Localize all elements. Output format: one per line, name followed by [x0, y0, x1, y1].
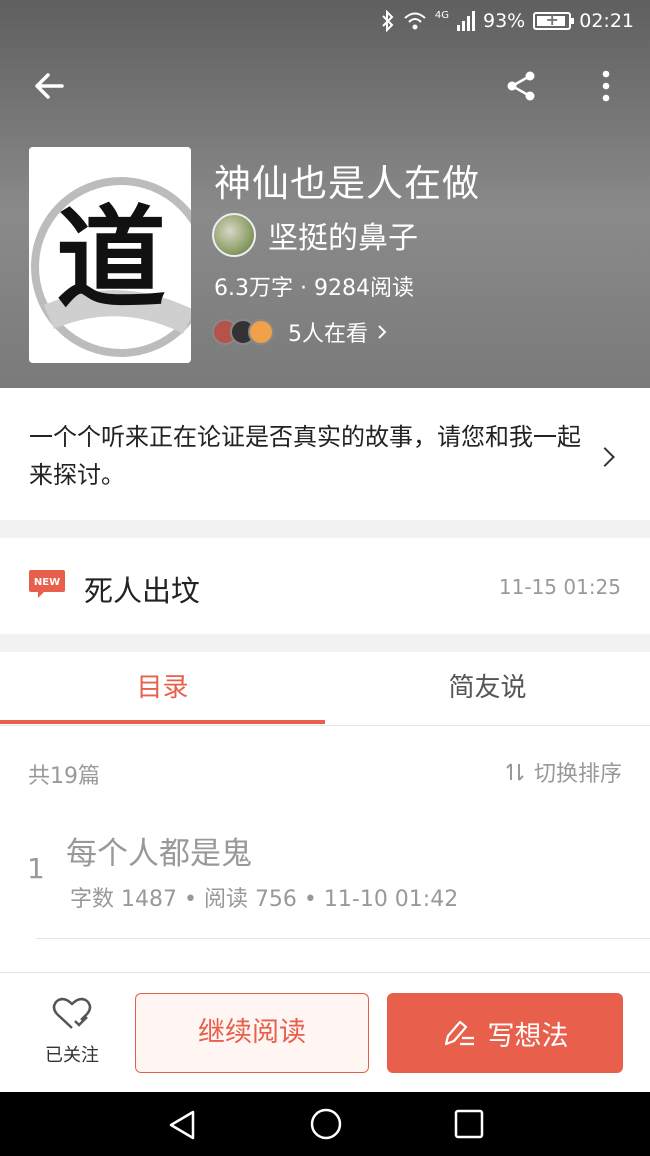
follow-button[interactable]: 已关注 — [28, 997, 116, 1067]
author-avatar[interactable] — [212, 213, 256, 257]
chapter-meta: 字数 1487 • 阅读 756 • 11-10 01:42 — [70, 887, 459, 912]
latest-chapter-row[interactable]: NEW 死人出坟 11-15 01:25 — [0, 538, 650, 634]
tab-indicator — [0, 720, 325, 724]
write-label: 写想法 — [487, 1020, 569, 1052]
sort-icon — [506, 763, 524, 781]
cover-glyph: 道 — [56, 194, 166, 323]
watcher-avatar — [248, 319, 274, 345]
continue-reading-button[interactable]: 继续阅读 — [135, 993, 369, 1073]
nav-back-icon[interactable] — [165, 1108, 199, 1142]
chapter-count: 共19篇 — [28, 764, 100, 789]
toc-header: 共19篇 切换排序 — [0, 726, 650, 812]
author-name[interactable]: 坚挺的鼻子 — [268, 213, 418, 257]
tab-reader-comments[interactable]: 简友说 — [325, 652, 650, 724]
chevron-right-icon — [595, 447, 615, 467]
latest-chapter-time: 11-15 01:25 — [498, 575, 621, 599]
book-title: 神仙也是人在做 — [214, 162, 480, 205]
nav-recents-icon[interactable] — [453, 1108, 485, 1140]
back-arrow-icon[interactable] — [30, 68, 70, 104]
pencil-icon — [444, 1020, 474, 1046]
book-cover: 道 — [29, 147, 191, 363]
bottom-action-bar: 已关注 继续阅读 写想法 — [0, 972, 650, 1092]
cover-art: 道 — [29, 147, 191, 363]
new-badge-text: NEW — [34, 577, 60, 588]
battery-percent: 93% — [483, 10, 526, 32]
network-type-label: 4G — [434, 10, 449, 21]
book-stats: 6.3万字 · 9284阅读 — [214, 276, 414, 301]
sort-label: 切换排序 — [533, 762, 622, 787]
bluetooth-icon — [382, 10, 394, 32]
watching-row[interactable]: 5人在看 — [212, 316, 388, 348]
intro-text: 一个个听来正在论证是否真实的故事，请您和我一起来探讨。 — [29, 423, 581, 489]
chapter-title: 每个人都是鬼 — [66, 836, 252, 872]
tab-bar: 目录 简友说 — [0, 652, 650, 726]
book-intro[interactable]: 一个个听来正在论证是否真实的故事，请您和我一起来探讨。 — [0, 388, 650, 520]
nav-home-icon[interactable] — [308, 1106, 344, 1142]
latest-chapter-title: 死人出坟 — [84, 574, 201, 608]
signal-icon — [457, 11, 475, 31]
author-row[interactable]: 坚挺的鼻子 — [212, 213, 418, 257]
watcher-avatars — [212, 319, 274, 345]
heart-check-icon — [52, 997, 92, 1029]
write-thoughts-button[interactable]: 写想法 — [387, 993, 623, 1073]
book-header: 4G 93% + 02:21 道 神仙也是人在做 坚挺的鼻子 6.3万字 · 9… — [0, 0, 650, 388]
chapter-number: 1 — [27, 852, 45, 885]
status-bar: 4G 93% + 02:21 — [0, 0, 650, 44]
top-app-bar — [0, 58, 650, 114]
divider — [36, 938, 650, 939]
wifi-icon — [404, 12, 426, 30]
battery-icon: + — [533, 10, 575, 30]
more-options-icon[interactable] — [592, 68, 620, 104]
system-nav-bar — [0, 1092, 650, 1156]
section-divider — [0, 634, 650, 652]
sort-toggle-button[interactable]: 切换排序 — [504, 756, 622, 788]
section-divider — [0, 520, 650, 538]
chapter-list-item[interactable]: 1 每个人都是鬼 字数 1487 • 阅读 756 • 11-10 01:42 — [0, 812, 650, 940]
new-badge-icon: NEW — [29, 570, 65, 598]
tab-toc[interactable]: 目录 — [0, 652, 325, 724]
share-icon[interactable] — [504, 68, 540, 104]
clock: 02:21 — [579, 10, 634, 32]
follow-label: 已关注 — [45, 1045, 99, 1066]
chevron-right-icon — [378, 325, 387, 339]
watching-count[interactable]: 5人在看 — [288, 316, 368, 348]
